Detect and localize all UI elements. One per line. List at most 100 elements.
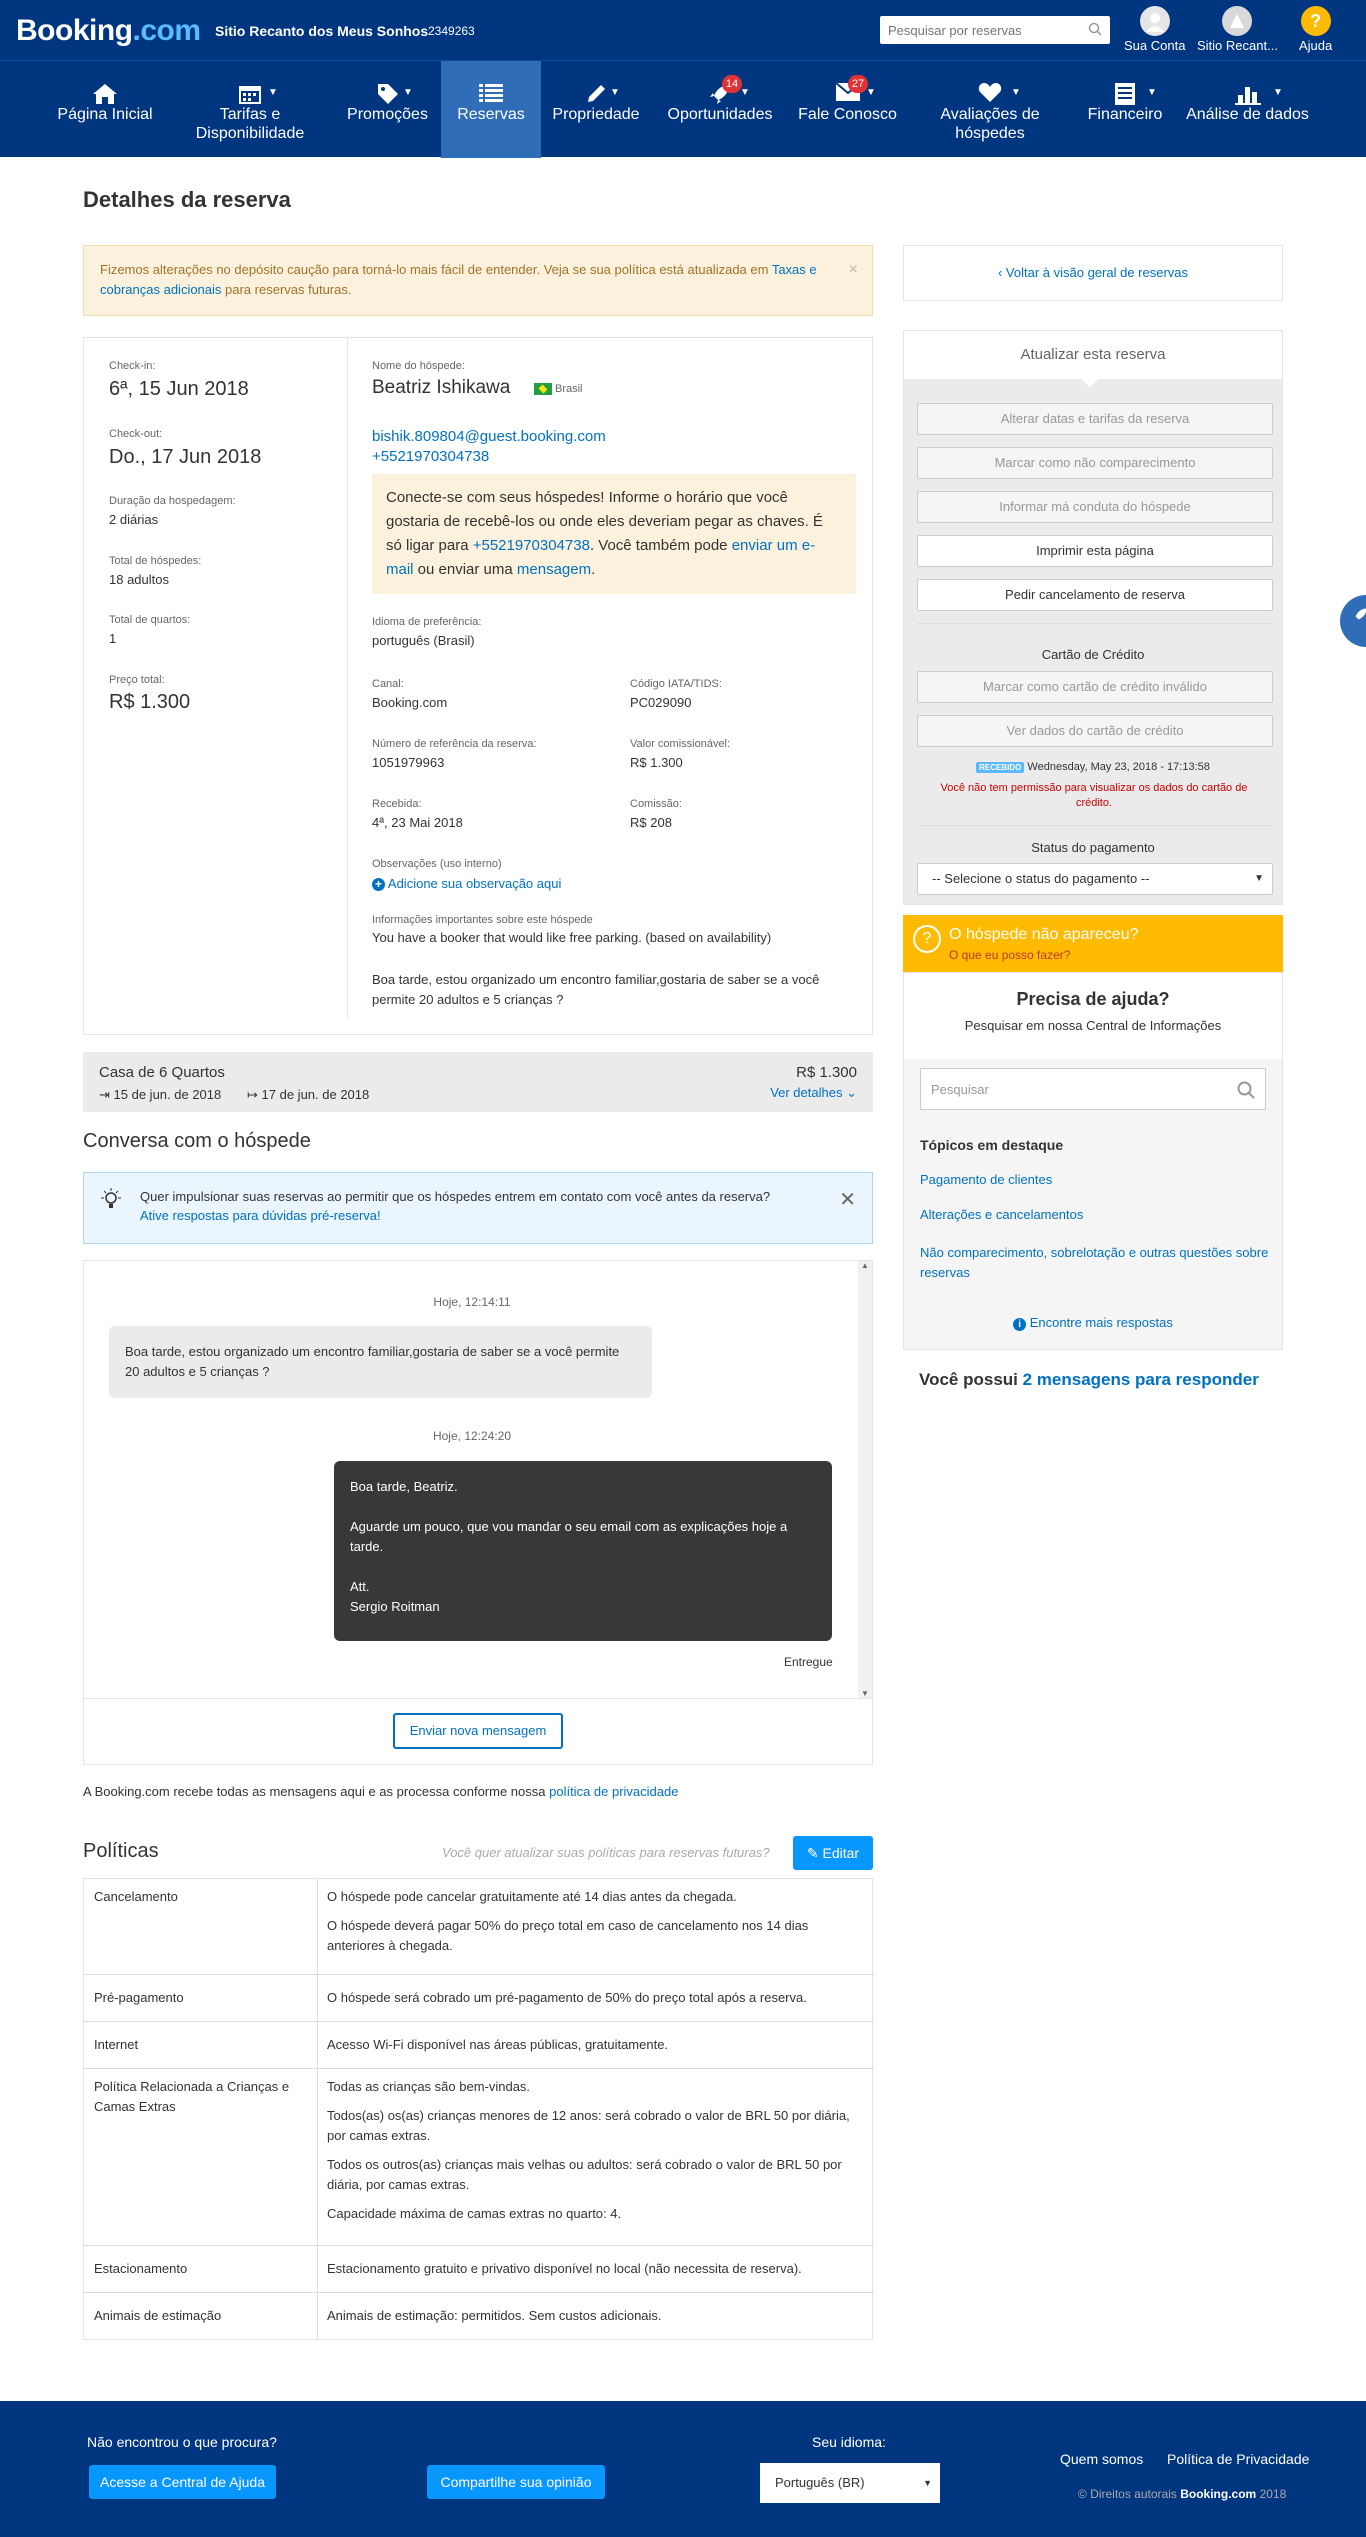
nav-reviews[interactable]: ▼ Avaliações de hóspedes [925,61,1055,158]
chevron-down-icon: ▼ [610,87,620,98]
hotel-name: Sitio Recanto dos Meus Sonhos [215,23,429,39]
reservation-search-input[interactable] [880,16,1070,44]
account-menu[interactable]: Sua Conta [1124,6,1185,53]
send-new-message-button[interactable]: Enviar nova mensagem [393,1713,563,1749]
home-icon [93,84,117,104]
table-row: Pré-pagamento O hóspede será cobrado um p… [84,1975,874,2022]
enable-prebooking-link[interactable]: Ative respostas para dúvidas pré-reserva… [140,1208,381,1223]
table-row: Animais de estimação Animais de estimação… [94,2308,662,2323]
calendar-icon [239,86,261,104]
nav-reservations[interactable]: Reservas [441,61,541,158]
guest-phone[interactable]: +5521970304738 [372,448,489,465]
nav-property[interactable]: ▼ Propriedade [546,61,646,158]
nav-home[interactable]: Página Inicial [50,61,160,158]
guest-message: Boa tarde, estou organizado um encontro … [372,972,820,1007]
room-summary: Casa de 6 Quartos ⇥ 15 de jun. de 2018 ↦… [83,1052,873,1112]
chevron-down-icon: ▼ [740,87,750,98]
chevron-down-icon: ▼ [923,2478,932,2488]
bar-chart-icon [1234,87,1261,105]
chevron-down-icon: ⌄ [846,1085,857,1100]
guest-message-bubble: Boa tarde, estou organizado um encontro … [109,1326,652,1398]
checkout-arrow-icon: ↦ [247,1087,258,1102]
contact-tip: Conecte-se com seus hóspedes! Informe o … [372,474,856,594]
about-link[interactable]: Quem somos [1060,2451,1143,2467]
thread-scrollbar[interactable]: ▲ ▼ [858,1261,872,1698]
room-details-link[interactable]: Ver detalhes ⌄ [770,1085,857,1101]
request-cancellation-button[interactable]: Pedir cancelamento de reserva [917,579,1273,611]
guest-name: Beatriz Ishikawa [372,377,511,398]
help-label: Ajuda [1299,38,1333,53]
table-row: Política Relacionada a Crianças e Camas … [84,2069,874,2246]
edit-policies-button[interactable]: ✎ Editar [793,1836,873,1870]
brazil-flag-icon [534,383,552,395]
hotel-id: 2349263 [428,24,475,38]
share-opinion-button[interactable]: Compartilhe sua opinião [427,2465,605,2499]
search-icon[interactable] [1237,1081,1255,1099]
feedback-rocket-button[interactable] [1340,595,1366,647]
help-center-button[interactable]: Acesse a Central de Ajuda [89,2465,276,2499]
received-badge: RECEBIDO [976,762,1025,773]
reservation-search[interactable] [880,16,1110,44]
room-price: R$ 1.300 [796,1064,857,1081]
pending-messages: Você possui 2 mensagens para responder [919,1370,1259,1389]
invalid-card-button[interactable]: Marcar como cartão de crédito inválido [917,671,1273,703]
report-misconduct-button[interactable]: Informar má conduta do hóspede [917,491,1273,523]
pre-booking-promo: Quer impulsionar suas reservas ao permit… [83,1172,873,1244]
chevron-down-icon: ▼ [1273,87,1283,98]
booking-details: Check-in: 6ª, 15 Jun 2018 Check-out: Do.… [83,337,873,1035]
table-row: Internet Acesso Wi-Fi disponível nas área… [84,2022,874,2069]
topic-link[interactable]: Alterações e cancelamentos [920,1207,1083,1222]
close-icon[interactable]: ✕ [839,1187,856,1212]
privacy-link[interactable]: Política de Privacidade [1167,2451,1309,2467]
mark-noshow-button[interactable]: Marcar como não comparecimento [917,447,1273,479]
nav-rates[interactable]: ▼ Tarifas e Disponibilidade [185,61,315,158]
deposit-alert: Fizemos alterações no depósito caução pa… [83,245,873,316]
property-label: Sitio Recant... [1197,38,1278,53]
plus-icon: + [372,878,385,891]
payment-status-select[interactable]: -- Selecione o status do pagamento -- ▼ [917,863,1273,895]
chevron-down-icon: ▼ [268,87,278,98]
pencil-icon: ✎ [806,1845,819,1861]
change-dates-button[interactable]: Alterar datas e tarifas da reserva [917,403,1273,435]
checkout-date: Do., 17 Jun 2018 [109,446,262,468]
nav-promotions[interactable]: ▼ Promoções [335,61,440,158]
avatar-icon [1139,6,1170,36]
back-to-reservations[interactable]: ‹ Voltar à visão geral de reservas [903,245,1283,301]
nav-finance[interactable]: ▼ Financeiro [1075,61,1175,158]
nav-analytics[interactable]: ▼ Análise de dados [1185,61,1310,158]
view-card-button[interactable]: Ver dados do cartão de crédito [917,715,1273,747]
chevron-down-icon: ▼ [866,87,876,98]
add-note-link[interactable]: + Adicione sua observação aqui [372,876,561,891]
checkin-date: 6ª, 15 Jun 2018 [109,378,249,400]
messages-badge: 27 [848,75,868,93]
nav-opportunities[interactable]: 14 ▼ Oportunidades [660,61,780,158]
help-search-input[interactable]: Pesquisar [920,1068,1266,1110]
total-price: R$ 1.300 [109,691,191,713]
help-menu[interactable]: ? Ajuda [1299,6,1332,53]
topic-link[interactable]: Não comparecimento, sobrelotação e outra… [920,1243,1270,1283]
language-select[interactable]: Português (BR) ▼ [760,2463,940,2503]
room-name: Casa de 6 Quartos [99,1064,225,1081]
privacy-note: A Booking.com recebe todas as mensagens … [83,1784,679,1799]
print-page-button[interactable]: Imprimir esta página [917,535,1273,567]
rocket-icon [1355,608,1366,620]
search-icon[interactable] [1088,22,1102,36]
booking-logo[interactable]: Booking.com [16,14,201,48]
copyright: © Direitos autorais Booking.com 2018 [1078,2487,1287,2501]
close-icon[interactable]: × [849,260,858,280]
update-reservation-panel: Atualizar esta reserva Alterar datas e t… [903,330,1283,905]
more-answers-link[interactable]: i Encontre mais respostas [904,1315,1282,1331]
footer: Não encontrou o que procura? Acesse a Ce… [0,2401,1366,2537]
host-message-bubble: Boa tarde, Beatriz. Aguarde um pouco, qu… [334,1461,832,1641]
lightbulb-icon [101,1188,121,1208]
what-can-i-do-link: O que eu posso fazer? [949,948,1071,962]
message-thread: ▲ ▼ Hoje, 12:14:11 Boa tarde, estou organ… [83,1260,873,1765]
privacy-policy-link[interactable]: política de privacidade [549,1784,678,1799]
chevron-down-icon: ▼ [1011,87,1021,98]
topic-link[interactable]: Pagamento de clientes [920,1172,1052,1187]
noshow-banner[interactable]: ? O hóspede não apareceu? O que eu posso… [903,915,1283,972]
document-icon [1115,83,1135,105]
nav-contact[interactable]: 27 ▼ Fale Conosco [790,61,905,158]
guest-email[interactable]: bishik.809804@guest.booking.com [372,428,606,445]
property-menu[interactable]: Sitio Recant... [1197,6,1278,53]
